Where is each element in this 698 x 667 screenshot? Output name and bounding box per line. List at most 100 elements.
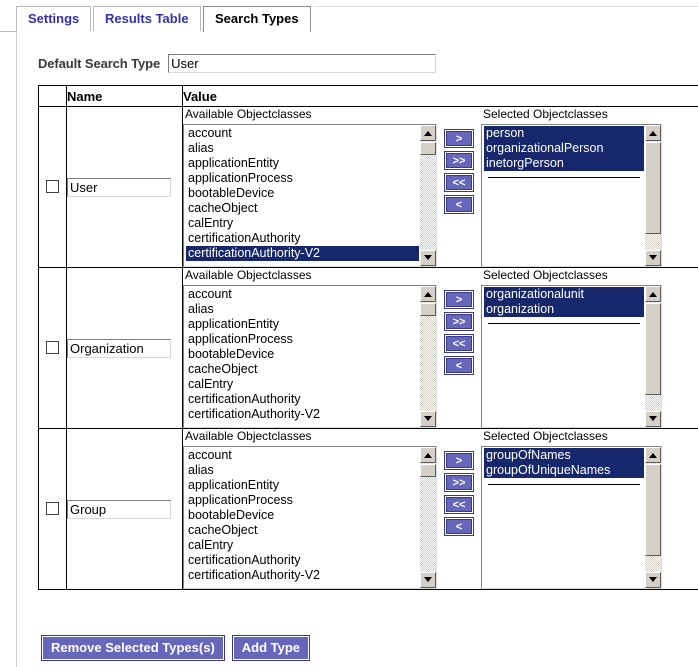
header-name-column: Name — [66, 85, 183, 107]
list-item[interactable]: cacheObject — [186, 201, 419, 216]
objectclass-dual-list: Available Objectclasses account alias appli… — [183, 268, 698, 428]
list-item[interactable]: account — [186, 287, 419, 302]
scrollbar-selected-1[interactable] — [644, 286, 661, 427]
list-item[interactable]: applicationProcess — [186, 493, 419, 508]
available-objectclasses-listbox[interactable]: account alias applicationEntity application… — [183, 124, 437, 267]
scrollbar-thumb[interactable] — [645, 142, 661, 234]
list-item[interactable]: inetorgPerson — [484, 156, 644, 171]
move-all-right-button[interactable]: >> — [445, 474, 473, 491]
tab-search-types[interactable]: Search Types — [203, 6, 311, 33]
scrollbar-available-2[interactable] — [419, 447, 436, 588]
scrollbar-available-1[interactable] — [419, 286, 436, 427]
list-item[interactable]: calEntry — [186, 538, 419, 553]
available-objectclasses-listbox[interactable]: account alias applicationEntity application… — [183, 446, 437, 589]
list-item[interactable]: cacheObject — [186, 362, 419, 377]
scroll-up-arrow-icon[interactable] — [420, 286, 436, 302]
scrollbar-thumb[interactable] — [420, 303, 436, 316]
row-select-checkbox[interactable] — [46, 180, 59, 194]
default-search-type-row: Default Search Type — [38, 54, 437, 73]
row-name-cell — [66, 106, 183, 268]
list-item[interactable]: certificationAuthority-V2 — [186, 407, 419, 422]
search-type-name-input[interactable] — [67, 338, 171, 358]
search-type-name-input[interactable] — [67, 499, 171, 519]
move-left-button[interactable]: < — [445, 357, 473, 374]
scroll-down-arrow-icon[interactable] — [420, 411, 436, 427]
selected-objectclasses-group: Selected Objectclasses groupOfNames groupO… — [481, 429, 662, 589]
scroll-up-arrow-icon[interactable] — [645, 125, 661, 141]
list-item[interactable]: certificationAuthority — [186, 553, 419, 568]
scroll-down-arrow-icon[interactable] — [645, 572, 661, 588]
row-select-cell — [38, 428, 67, 590]
table-row: Available Objectclassesaccountaliasappli… — [38, 267, 698, 429]
tab-results-table[interactable]: Results Table — [93, 6, 201, 32]
search-type-name-input[interactable] — [67, 177, 171, 197]
move-right-button[interactable]: > — [445, 291, 473, 308]
scroll-down-arrow-icon[interactable] — [645, 250, 661, 266]
list-item[interactable]: calEntry — [186, 377, 419, 392]
tab-bar: Settings Results Table Search Types — [0, 6, 698, 33]
scroll-down-arrow-icon[interactable] — [420, 572, 436, 588]
scrollbar-thumb[interactable] — [420, 464, 436, 477]
row-select-checkbox[interactable] — [46, 341, 59, 355]
list-item[interactable]: account — [186, 448, 419, 463]
list-item[interactable]: bootableDevice — [186, 186, 419, 201]
move-all-right-button[interactable]: >> — [445, 152, 473, 169]
move-all-left-button[interactable]: << — [445, 496, 473, 513]
selected-objectclasses-listbox[interactable]: organizationalunit organization — [481, 285, 662, 428]
objectclass-dual-list: Available Objectclasses account alias appli… — [183, 107, 698, 267]
list-item[interactable]: applicationEntity — [186, 156, 419, 171]
move-left-button[interactable]: < — [445, 196, 473, 213]
move-left-button[interactable]: < — [445, 518, 473, 535]
move-all-left-button[interactable]: << — [445, 174, 473, 191]
default-search-type-input[interactable] — [168, 54, 437, 73]
move-all-right-button[interactable]: >> — [445, 313, 473, 330]
scroll-down-arrow-icon[interactable] — [420, 250, 436, 266]
list-item[interactable]: cacheObject — [186, 523, 419, 538]
scrollbar-available-0[interactable] — [419, 125, 436, 266]
list-item[interactable]: bootableDevice — [186, 508, 419, 523]
scroll-up-arrow-icon[interactable] — [645, 447, 661, 463]
scroll-up-arrow-icon[interactable] — [645, 286, 661, 302]
list-item[interactable]: calEntry — [186, 216, 419, 231]
list-item[interactable]: certificationAuthority — [186, 392, 419, 407]
selected-objectclasses-listbox[interactable]: groupOfNames groupOfUniqueNames — [481, 446, 662, 589]
list-item[interactable]: person — [484, 126, 644, 141]
list-item[interactable]: alias — [186, 302, 419, 317]
add-type-button[interactable]: Add Type — [232, 636, 310, 660]
scrollbar-thumb[interactable] — [420, 142, 436, 155]
list-item[interactable]: bootableDevice — [186, 347, 419, 362]
list-item[interactable]: alias — [186, 463, 419, 478]
available-objectclasses-listbox[interactable]: account alias applicationEntity application… — [183, 285, 437, 428]
list-item[interactable]: applicationEntity — [186, 317, 419, 332]
tab-settings[interactable]: Settings — [16, 6, 92, 32]
list-item[interactable]: certificationAuthority-V2 — [186, 568, 419, 583]
list-separator — [488, 484, 640, 485]
scroll-up-arrow-icon[interactable] — [420, 125, 436, 141]
list-item[interactable]: certificationAuthority-V2 — [186, 246, 419, 261]
list-item[interactable]: organizationalPerson — [484, 141, 644, 156]
list-item[interactable]: groupOfNames — [484, 448, 644, 463]
scroll-up-arrow-icon[interactable] — [420, 447, 436, 463]
list-item[interactable]: applicationProcess — [186, 332, 419, 347]
scrollbar-selected-2[interactable] — [644, 447, 661, 588]
header-select-column — [38, 85, 67, 107]
list-item[interactable]: certificationAuthority — [186, 231, 419, 246]
scrollbar-selected-0[interactable] — [644, 125, 661, 266]
row-select-cell — [38, 267, 67, 429]
scrollbar-thumb[interactable] — [645, 303, 661, 395]
selected-objectclasses-listbox[interactable]: person organizationalPerson inetorgPerson — [481, 124, 662, 267]
list-item[interactable]: applicationEntity — [186, 478, 419, 493]
list-item[interactable]: organization — [484, 302, 644, 317]
list-item[interactable]: account — [186, 126, 419, 141]
list-item[interactable]: applicationProcess — [186, 171, 419, 186]
scrollbar-thumb[interactable] — [645, 464, 661, 556]
move-right-button[interactable]: > — [445, 452, 473, 469]
list-item[interactable]: organizationalunit — [484, 287, 644, 302]
list-item[interactable]: alias — [186, 141, 419, 156]
row-select-checkbox[interactable] — [46, 502, 59, 516]
list-item[interactable]: groupOfUniqueNames — [484, 463, 644, 478]
move-right-button[interactable]: > — [445, 130, 473, 147]
move-all-left-button[interactable]: << — [445, 335, 473, 352]
scroll-down-arrow-icon[interactable] — [645, 411, 661, 427]
remove-selected-types-button[interactable]: Remove Selected Types(s) — [42, 636, 224, 660]
